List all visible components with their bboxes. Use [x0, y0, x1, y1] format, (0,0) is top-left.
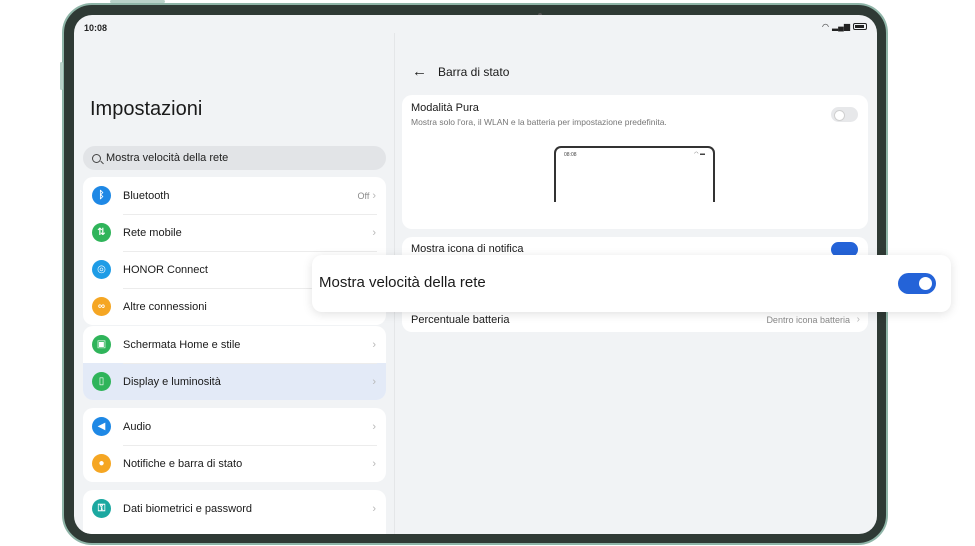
search-input[interactable]: Mostra velocità della rete [83, 146, 386, 170]
sidebar-item-mobile-network[interactable]: ⇅ Rete mobile › [83, 214, 386, 251]
notification-icon-label: Mostra icona di notifica [411, 243, 524, 255]
chevron-right-icon: › [856, 314, 860, 325]
chevron-right-icon: › [372, 420, 376, 433]
battery-percentage-row[interactable]: Percentuale batteria Dentro icona batter… [402, 310, 868, 332]
chevron-right-icon: › [372, 226, 376, 239]
row-label: Dati biometrici e password [123, 502, 252, 515]
sidebar-item-biometrics[interactable]: ⚿ Dati biometrici e password › [83, 490, 386, 527]
row-label: Bluetooth [123, 189, 170, 202]
row-value: Off [357, 190, 370, 201]
page-title: Impostazioni [90, 98, 203, 120]
network-speed-highlight-card: Mostra velocità della rete [312, 255, 951, 312]
pure-mode-description: Mostra solo l'ora, il WLAN e la batteria… [411, 117, 667, 127]
search-value: Mostra velocità della rete [106, 152, 229, 164]
chevron-right-icon: › [372, 189, 376, 202]
volume-button [60, 62, 63, 90]
sidebar-item-display[interactable]: ▯ Display e luminosità › [83, 363, 386, 400]
home-screen-icon: ▣ [92, 335, 111, 354]
display-icon: ▯ [92, 372, 111, 391]
power-button [110, 0, 165, 3]
audio-icon: ◀ [92, 417, 111, 436]
battery-percentage-value: Dentro icona batteria [766, 315, 850, 325]
row-label: Schermata Home e stile [123, 338, 241, 351]
link-icon: ∞ [92, 297, 111, 316]
bluetooth-icon: ᛒ [92, 186, 111, 205]
preview-status-icons: ◠ ▬ [694, 151, 705, 157]
chevron-right-icon: › [372, 375, 376, 388]
search-icon [92, 153, 101, 163]
battery-percentage-label: Percentuale batteria [411, 314, 510, 326]
honor-connect-icon: ◎ [92, 260, 111, 279]
header-title: Barra di stato [438, 65, 510, 79]
key-icon: ⚿ [92, 499, 111, 518]
row-label: Display e luminosità [123, 375, 221, 388]
mobile-network-icon: ⇅ [92, 223, 111, 242]
bell-icon: ● [92, 454, 111, 473]
security-group: ⚿ Dati biometrici e password › [83, 490, 386, 534]
back-arrow-icon[interactable]: ← [412, 63, 427, 80]
pure-mode-toggle[interactable] [831, 107, 858, 122]
chevron-right-icon: › [372, 457, 376, 470]
sidebar-item-notifications[interactable]: ● Notifiche e barra di stato › [83, 445, 386, 482]
sound-group: ◀ Audio › ● Notifiche e barra di stato › [83, 408, 386, 482]
row-label: Rete mobile [123, 226, 182, 239]
sidebar-item-home-screen[interactable]: ▣ Schermata Home e stile › [83, 326, 386, 363]
pure-mode-card: Modalità Pura Mostra solo l'ora, il WLAN… [402, 95, 868, 229]
network-speed-label: Mostra velocità della rete [319, 274, 486, 291]
network-speed-toggle[interactable] [898, 273, 936, 294]
display-group: ▣ Schermata Home e stile › ▯ Display e l… [83, 326, 386, 400]
preview-time: 08:08 [564, 152, 577, 158]
chevron-right-icon: › [372, 502, 376, 515]
chevron-right-icon: › [372, 338, 376, 351]
sidebar-item-bluetooth[interactable]: ᛒ Bluetooth Off › [83, 177, 386, 214]
status-bar-preview: 08:08 ◠ ▬ [554, 146, 715, 202]
row-label: Notifiche e barra di stato [123, 457, 243, 470]
row-label: Audio [123, 420, 152, 433]
sidebar-item-audio[interactable]: ◀ Audio › [83, 408, 386, 445]
pure-mode-title: Modalità Pura [411, 102, 479, 114]
